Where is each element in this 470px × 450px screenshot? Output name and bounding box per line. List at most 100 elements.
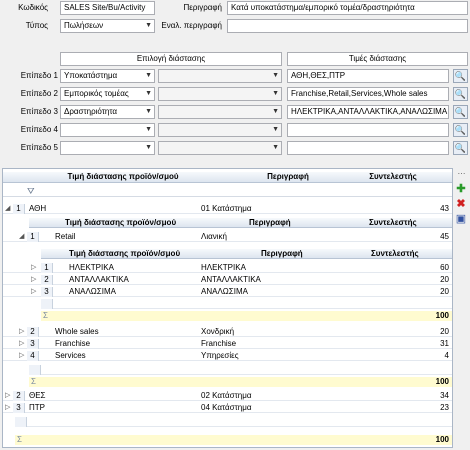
level-dimension-select[interactable]: ▼ <box>60 141 155 155</box>
dimension-value: ΑΝΤΑΛΛΑΚΤΙΚΑ <box>69 275 129 284</box>
description: 02 Κατάστημα <box>201 391 252 400</box>
col-header-value[interactable]: Τιμή διάστασης προϊόν/σμού <box>65 218 215 228</box>
search-icon[interactable]: 🔍 <box>453 105 468 119</box>
dimension-value: ΑΘΗ <box>29 204 47 213</box>
new-row-marker <box>29 365 41 375</box>
expand-icon[interactable]: ▷ <box>19 351 24 361</box>
coefficient[interactable]: 34 <box>403 391 449 401</box>
col-header-coefficient[interactable]: Συντελεστής <box>371 249 451 259</box>
l2-row[interactable]: ▷ 2 Whole sales Χονδρική 20 <box>3 327 452 337</box>
collapse-icon[interactable]: ◢ <box>19 232 24 242</box>
row-number: 3 <box>13 403 25 413</box>
collapse-icon[interactable]: ◢ <box>5 204 10 214</box>
more-icon[interactable]: ⋯ <box>455 168 467 180</box>
l1-row[interactable]: ▷ 2 ΘΕΣ 02 Κατάστημα 34 <box>3 391 452 401</box>
expand-icon[interactable]: ▷ <box>31 263 36 273</box>
description: Franchise <box>201 339 237 348</box>
grid-header-l3: Τιμή διάστασης προϊόν/σμού Περιγραφή Συν… <box>41 249 452 259</box>
level-values-field[interactable]: ΗΛΕΚΤΡΙΚΑ,ΑΝΤΑΛΛΑΚΤΙΚΑ,ΑΝΑΛΩΣΙΜΑ <box>287 105 449 119</box>
search-icon[interactable]: 🔍 <box>453 69 468 83</box>
coefficient[interactable]: 45 <box>403 232 449 242</box>
coefficient[interactable]: 20 <box>403 287 449 297</box>
dimension-value: Whole sales <box>55 327 99 336</box>
description-label: Περιγραφή <box>183 3 222 12</box>
l3-row[interactable]: ▷ 2 ΑΝΤΑΛΛΑΚΤΙΚΑ ΑΝΤΑΛΛΑΚΤΙΚΑ 20 <box>3 275 452 285</box>
dimension-value: ΗΛΕΚΤΡΙΚΑ <box>69 263 114 272</box>
level-subdimension-select[interactable]: ▼ <box>158 69 282 83</box>
expand-icon[interactable]: ▷ <box>5 403 10 413</box>
level-label: Επίπεδο 1 <box>20 71 58 80</box>
l1-row[interactable]: ▷ 3 ΠΤΡ 04 Κατάστημα 23 <box>3 403 452 413</box>
allocation-grid[interactable]: Τιμή διάστασης προϊόν/σμού Περιγραφή Συν… <box>2 168 453 448</box>
coefficient[interactable]: 31 <box>403 339 449 349</box>
expand-icon[interactable]: ▷ <box>31 275 36 285</box>
filter-row[interactable]: ⛛ <box>3 186 452 197</box>
expand-icon[interactable]: ▷ <box>19 327 24 337</box>
delete-icon[interactable]: ✖ <box>455 198 467 210</box>
l2-row[interactable]: ▷ 3 Franchise Franchise 31 <box>3 339 452 349</box>
level-subdimension-select[interactable]: ▼ <box>158 105 282 119</box>
level-label: Επίπεδο 5 <box>20 143 58 152</box>
add-icon[interactable]: ✚ <box>455 183 467 195</box>
filter-icon[interactable]: ⛛ <box>27 186 39 196</box>
level-dimension-select[interactable]: Εμπορικός τομέας ▼ <box>60 87 155 101</box>
new-row-marker <box>15 417 27 427</box>
row-number: 1 <box>41 263 53 273</box>
level-values-field[interactable]: Franchise,Retail,Services,Whole sales <box>287 87 449 101</box>
sum-icon: Σ <box>31 377 36 386</box>
dimension-select-title: Επιλογή διάστασης <box>60 52 282 66</box>
level-values-field[interactable] <box>287 123 449 137</box>
alt-description-field[interactable] <box>227 19 468 33</box>
search-icon[interactable]: 🔍 <box>453 123 468 137</box>
coefficient[interactable]: 23 <box>403 403 449 413</box>
grid-header-l1: Τιμή διάστασης προϊόν/σμού Περιγραφή Συν… <box>3 172 452 183</box>
col-header-value[interactable]: Τιμή διάστασης προϊόν/σμού <box>69 249 219 259</box>
l3-row[interactable]: ▷ 3 ΑΝΑΛΩΣΙΜΑ ΑΝΑΛΩΣΙΜΑ 20 <box>3 287 452 297</box>
expand-icon[interactable]: ▷ <box>31 287 36 297</box>
coefficient[interactable]: 43 <box>403 204 449 214</box>
dimension-value: ΘΕΣ <box>29 391 46 400</box>
search-icon[interactable]: 🔍 <box>453 87 468 101</box>
col-header-value[interactable]: Τιμή διάστασης προϊόν/σμού <box>43 172 203 182</box>
col-header-description[interactable]: Περιγραφή <box>261 249 361 259</box>
type-select[interactable]: Πωλήσεων ▼ <box>60 19 155 33</box>
new-row[interactable] <box>41 299 452 309</box>
col-header-coefficient[interactable]: Συντελεστής <box>343 172 443 182</box>
l2-row[interactable]: ▷ 4 Services Υπηρεσίες 4 <box>3 351 452 361</box>
row-number: 2 <box>41 275 53 285</box>
l3-row[interactable]: ▷ 1 ΗΛΕΚΤΡΙΚΑ ΗΛΕΚΤΡΙΚΑ 60 <box>3 263 452 273</box>
col-header-description[interactable]: Περιγραφή <box>249 218 349 228</box>
l1-sum-row: Σ 100 <box>15 435 452 445</box>
coefficient[interactable]: 4 <box>403 351 449 361</box>
coefficient[interactable]: 60 <box>403 263 449 273</box>
search-icon[interactable]: 🔍 <box>453 141 468 155</box>
level-dimension-select[interactable]: Υποκατάστημα ▼ <box>60 69 155 83</box>
level-values-field[interactable] <box>287 141 449 155</box>
description: Λιανική <box>201 232 227 241</box>
new-row[interactable] <box>15 417 452 427</box>
coefficient[interactable]: 20 <box>403 275 449 285</box>
l2-row[interactable]: ◢ 1 Retail Λιανική 45 <box>3 232 452 242</box>
level-values-field[interactable]: ΑΘΗ,ΘΕΣ,ΠΤΡ <box>287 69 449 83</box>
new-row[interactable] <box>29 365 452 375</box>
level-dimension-select[interactable]: Δραστηριότητα ▼ <box>60 105 155 119</box>
l1-row[interactable]: ◢ 1 ΑΘΗ 01 Κατάστημα 43 <box>3 204 452 214</box>
level-label: Επίπεδο 3 <box>20 107 58 116</box>
save-icon[interactable]: ▣ <box>455 213 467 225</box>
col-header-coefficient[interactable]: Συντελεστής <box>369 218 449 228</box>
description-field[interactable]: Κατά υποκατάστημα/εμπορικό τομέα/δραστηρ… <box>227 1 468 15</box>
level-subdimension-select[interactable]: ▼ <box>158 123 282 137</box>
level-subdimension-select[interactable]: ▼ <box>158 141 282 155</box>
code-field[interactable]: SALES Site/Bu/Activity <box>60 1 155 15</box>
dimension-value: ΑΝΑΛΩΣΙΜΑ <box>69 287 116 296</box>
row-number: 3 <box>27 339 39 349</box>
level-dimension-select[interactable]: ▼ <box>60 123 155 137</box>
level-subdimension-select[interactable]: ▼ <box>158 87 282 101</box>
row-number: 3 <box>41 287 53 297</box>
dimension-value: Franchise <box>55 339 91 348</box>
coefficient[interactable]: 20 <box>403 327 449 337</box>
expand-icon[interactable]: ▷ <box>19 339 24 349</box>
dimension-value: Retail <box>55 232 76 241</box>
alt-description-label: Εναλ. περιγραφή <box>161 21 222 30</box>
expand-icon[interactable]: ▷ <box>5 391 10 401</box>
